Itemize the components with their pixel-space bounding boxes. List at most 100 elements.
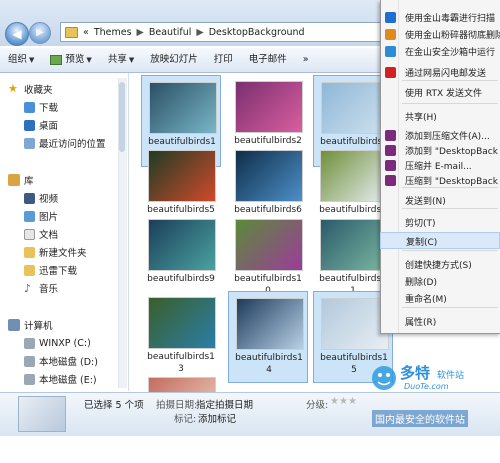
sandbox-icon — [385, 46, 396, 57]
nav-item-new-folder[interactable]: 新建文件夹 — [24, 245, 87, 259]
back-button[interactable]: ◀ — [5, 22, 29, 46]
file-thumbnail — [148, 297, 216, 349]
netease-mail-icon — [385, 67, 396, 78]
nav-item-label: 迅雷下载 — [39, 266, 78, 277]
context-menu-item[interactable]: 删除(D) — [380, 273, 500, 290]
drive-icon — [24, 337, 35, 349]
nav-item-documents[interactable]: 文档 — [24, 227, 58, 241]
star-icon[interactable]: ★ — [348, 396, 357, 407]
breadcrumb-desktopbackground[interactable]: DesktopBackground — [209, 27, 305, 38]
nav-library[interactable]: 库 — [8, 173, 34, 187]
nav-scrollbar-thumb[interactable] — [119, 82, 125, 152]
nav-item-drive-d[interactable]: 本地磁盘 (D:) — [24, 354, 98, 368]
nav-item-drive-e[interactable]: 本地磁盘 (E:) — [24, 372, 97, 386]
context-menu-item-label: 使用金山粉碎器彻底删除 — [405, 31, 500, 41]
computer-icon — [8, 319, 20, 331]
breadcrumb-themes[interactable]: Themes — [94, 27, 132, 38]
context-menu-item-label: 在金山安全沙箱中运行 — [405, 48, 496, 58]
menu-separator — [402, 103, 498, 104]
file-thumbnail — [320, 150, 388, 202]
pictures-icon — [24, 210, 35, 222]
nav-item-label: 新建文件夹 — [39, 248, 87, 259]
organize-label: 组织 — [8, 54, 28, 65]
star-icon[interactable]: ★ — [339, 396, 348, 407]
context-menu-item-label: 共享(H) — [405, 113, 437, 123]
share-label: 共享 — [107, 54, 127, 65]
breadcrumb-separator-icon[interactable]: ▶ — [137, 27, 144, 38]
nav-item-pictures[interactable]: 图片 — [24, 209, 58, 223]
forward-arrow-icon: ▶ — [36, 27, 44, 38]
email-button[interactable]: 电子邮件 — [241, 48, 295, 72]
nav-item-recent[interactable]: 最近访问的位置 — [24, 136, 106, 150]
tags-value[interactable]: 添加标记 — [198, 411, 236, 425]
preview-button[interactable]: 预览 ▼ — [42, 48, 99, 72]
print-button[interactable]: 打印 — [206, 48, 241, 72]
file-thumbnail — [321, 298, 389, 350]
file-name: beautifulbirds1 4 — [235, 353, 303, 375]
context-menu-item[interactable]: 使用金山粉碎器彻底删除 — [380, 26, 500, 43]
file-thumbnail — [236, 298, 304, 350]
context-menu-item[interactable]: 创建快捷方式(S) — [380, 256, 500, 273]
context-menu-item[interactable]: 使用 RTX 发送文件 — [380, 84, 500, 101]
context-menu-item[interactable]: 复制(C) — [380, 232, 500, 249]
organize-button[interactable]: 组织 ▼ — [0, 48, 42, 72]
nav-item-label: 下载 — [39, 103, 59, 114]
dropdown-arrow-icon: ▼ — [86, 56, 92, 64]
context-menu-item[interactable]: 属性(R) — [380, 313, 500, 330]
context-menu-item-label: 复制(C) — [406, 238, 438, 248]
shredder-icon — [385, 29, 396, 40]
nav-favorites[interactable]: ★ 收藏夹 — [8, 82, 53, 96]
more-button[interactable]: » — [295, 48, 317, 72]
watermark-slogan: 国内最安全的软件站 — [372, 410, 468, 427]
nav-item-music[interactable]: ♪ 音乐 — [24, 281, 58, 296]
context-menu-item[interactable]: 在金山安全沙箱中运行 — [380, 43, 500, 60]
preview-label: 预览 — [65, 54, 85, 65]
file-tile[interactable]: beautifulbirds1 4 — [228, 291, 308, 383]
winrar-icon — [385, 130, 396, 141]
context-menu-item-label: 通过网易闪电邮发送 — [405, 69, 487, 79]
back-arrow-icon: ◀ — [12, 27, 22, 41]
context-menu-item[interactable]: 剪切(T) — [380, 214, 500, 231]
rating-stars[interactable]: ★★★ — [330, 396, 357, 407]
nav-item-downloads[interactable]: 下载 — [24, 100, 58, 114]
library-icon — [8, 174, 20, 186]
slideshow-button[interactable]: 放映幻灯片 — [142, 48, 206, 72]
file-thumbnail — [320, 219, 388, 271]
preview-icon — [50, 54, 63, 65]
nav-item-videos[interactable]: 视频 — [24, 191, 58, 205]
nav-item-label: 桌面 — [39, 121, 59, 132]
nav-item-label: 最近访问的位置 — [39, 139, 106, 150]
date-taken-value[interactable]: 指定拍摄日期 — [196, 397, 253, 411]
star-icon[interactable]: ★ — [330, 396, 339, 407]
share-button[interactable]: 共享 ▼ — [100, 48, 142, 72]
nav-library-label: 库 — [24, 176, 34, 187]
video-icon — [24, 192, 35, 204]
nav-item-drive-c[interactable]: WINXP (C:) — [24, 336, 91, 350]
nav-item-thunder-downloads[interactable]: 迅雷下载 — [24, 263, 77, 277]
address-box[interactable]: « Themes ▶ Beautiful ▶ DesktopBackground — [60, 22, 382, 42]
print-label: 打印 — [213, 54, 233, 65]
winrar-icon — [385, 160, 396, 171]
drive-icon — [24, 373, 35, 385]
context-menu-item[interactable]: 使用金山毒霸进行扫描 — [380, 9, 500, 26]
file-tile[interactable]: beautifulbirds1 3 — [141, 291, 221, 383]
file-thumbnail — [235, 219, 303, 271]
breadcrumb-separator-icon[interactable]: ▶ — [196, 27, 203, 38]
file-thumbnail — [148, 150, 216, 202]
nav-computer[interactable]: 计算机 — [8, 318, 53, 332]
folder-icon — [24, 246, 35, 258]
menu-separator — [402, 208, 498, 209]
recent-places-icon — [24, 137, 35, 149]
star-icon: ★ — [8, 82, 18, 95]
breadcrumb-overflow[interactable]: « — [83, 27, 89, 38]
winrar-icon — [385, 175, 396, 186]
context-menu-item[interactable]: 重命名(M) — [380, 290, 500, 307]
context-menu-item-label: 剪切(T) — [405, 219, 436, 229]
command-toolbar: 组织 ▼ 预览 ▼ 共享 ▼ 放映幻灯片 打印 电子邮件 » — [0, 48, 380, 73]
context-menu-item[interactable]: 通过网易闪电邮发送 — [380, 64, 500, 81]
breadcrumb-beautiful[interactable]: Beautiful — [149, 27, 192, 38]
nav-item-desktop[interactable]: 桌面 — [24, 118, 58, 132]
forward-button[interactable]: ▶ — [29, 22, 51, 44]
context-menu-item[interactable]: 共享(H) — [380, 108, 500, 125]
context-menu-item[interactable]: 发送到(N) — [380, 192, 500, 209]
